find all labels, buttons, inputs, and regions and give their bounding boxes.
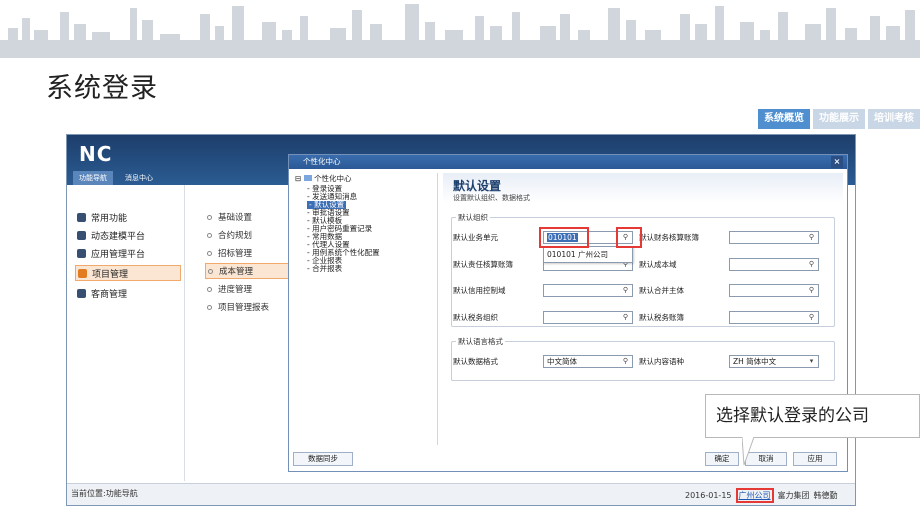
tree-item[interactable]: - 合并报表 [307, 265, 342, 273]
apply-button[interactable]: 应用 [793, 452, 837, 466]
close-icon[interactable]: × [831, 156, 843, 168]
company-link[interactable]: 广州公司 [735, 488, 774, 503]
nav-app-management[interactable]: 应用管理平台 [75, 245, 181, 261]
sub-nav-item[interactable]: 项目管理报表 [205, 299, 293, 315]
ok-button[interactable]: 确定 [705, 452, 739, 466]
dialog-titlebar: 个性化中心 × [289, 155, 847, 169]
search-icon[interactable]: ⚲ [806, 233, 817, 242]
folder-icon [303, 175, 312, 181]
sub-nav-item[interactable]: 合约规划 [205, 227, 293, 243]
data-format-input[interactable]: 中文简体 ⚲ [543, 355, 633, 368]
sub-nav-item-cost[interactable]: 成本管理 [205, 263, 293, 279]
field-label: 默认信用控制域 [453, 286, 506, 295]
search-icon[interactable]: ⚲ [620, 313, 631, 322]
tab-features[interactable]: 功能展示 [813, 109, 865, 129]
field-label: 默认税务组织 [453, 313, 498, 322]
search-icon[interactable]: ⚲ [806, 313, 817, 322]
nav-common-functions[interactable]: 常用功能 [75, 209, 181, 225]
sub-nav-item[interactable]: 进度管理 [205, 281, 293, 297]
highlight-box [616, 227, 642, 248]
tab-message-center[interactable]: 消息中心 [119, 171, 159, 185]
search-icon[interactable]: ⚲ [620, 357, 631, 366]
status-bar: 当前位置:功能导航 2016-01-15 广州公司 富力集团 韩德勤 [67, 483, 855, 505]
dialog-title: 个性化中心 [303, 157, 341, 166]
bullet-icon [207, 304, 212, 310]
skyline-banner [0, 0, 920, 58]
nav-dynamic-modeling[interactable]: 动态建模平台 [75, 227, 181, 243]
slide-title: 系统登录 [46, 73, 158, 104]
cube-icon [77, 230, 86, 240]
status-group: 富力集团 [777, 491, 810, 500]
tab-training[interactable]: 培训考核 [868, 109, 920, 129]
business-unit-dropdown[interactable]: 010101 广州公司 [543, 246, 633, 263]
bullet-icon [207, 286, 212, 292]
bullet-icon [208, 268, 213, 274]
field-label: 默认成本域 [639, 260, 677, 269]
left-nav: 常用功能 动态建模平台 应用管理平台 项目管理 客商管理 [67, 185, 185, 481]
tree-root[interactable]: ⊟ 个性化中心 [295, 175, 352, 183]
org-group-label: 默认组织 [456, 212, 490, 223]
chevron-down-icon[interactable]: ▾ [806, 357, 817, 366]
field-label: 默认责任核算账簿 [453, 260, 513, 269]
tab-function-nav[interactable]: 功能导航 [73, 171, 113, 185]
bullet-icon [207, 214, 212, 220]
monitor-icon [77, 212, 86, 222]
tax-ledger-input[interactable]: ⚲ [729, 311, 819, 324]
field-label: 默认财务核算账簿 [639, 233, 699, 242]
status-date: 2016-01-15 [685, 491, 732, 500]
consolidation-entity-input[interactable]: ⚲ [729, 284, 819, 297]
panel-header: 默认设置 设置默认组织、数据格式 [443, 173, 843, 203]
tax-org-input[interactable]: ⚲ [543, 311, 633, 324]
nc-logo: NC [79, 142, 113, 166]
content-language-select[interactable]: ZH 简体中文 ▾ [729, 355, 819, 368]
folder-icon [78, 268, 87, 278]
status-right: 2016-01-15 广州公司 富力集团 韩德勤 [685, 488, 838, 503]
grid-icon [77, 248, 86, 258]
search-icon[interactable]: ⚲ [620, 286, 631, 295]
data-sync-button[interactable]: 数据同步 [293, 452, 353, 466]
nav-project-management[interactable]: 项目管理 [75, 265, 181, 281]
highlight-box [539, 227, 589, 248]
sub-nav-item[interactable]: 基础设置 [205, 209, 293, 225]
sub-nav-item[interactable]: 招标管理 [205, 245, 293, 261]
settings-tree: ⊟ 个性化中心 - 登录设置 - 发送通知消息 - 默认设置 - 审批语设置 -… [293, 173, 438, 445]
bullet-icon [207, 232, 212, 238]
field-label: 默认业务单元 [453, 233, 498, 242]
status-user: 韩德勤 [813, 491, 838, 500]
cost-domain-input[interactable]: ⚲ [729, 258, 819, 271]
top-tabs: 系统概览 功能展示 培训考核 [758, 109, 920, 129]
field-label: 默认数据格式 [453, 357, 498, 366]
field-label: 默认合并主体 [639, 286, 684, 295]
field-label: 默认税务账簿 [639, 313, 684, 322]
search-icon[interactable]: ⚲ [806, 260, 817, 269]
lang-group-label: 默认语言格式 [456, 336, 505, 347]
tab-overview[interactable]: 系统概览 [758, 109, 810, 129]
bullet-icon [207, 250, 212, 256]
callout-box: 选择默认登录的公司 [705, 394, 920, 438]
finance-ledger-input[interactable]: ⚲ [729, 231, 819, 244]
credit-domain-input[interactable]: ⚲ [543, 284, 633, 297]
callout-pointer [742, 437, 754, 466]
panel-title: 默认设置 [453, 179, 502, 193]
location-text: 当前位置:功能导航 [71, 489, 138, 498]
field-label: 默认内容语种 [639, 357, 684, 366]
nav-customer-management[interactable]: 客商管理 [75, 285, 181, 301]
panel-subtitle: 设置默认组织、数据格式 [453, 194, 530, 202]
folder-icon [77, 288, 86, 298]
search-icon[interactable]: ⚲ [806, 286, 817, 295]
